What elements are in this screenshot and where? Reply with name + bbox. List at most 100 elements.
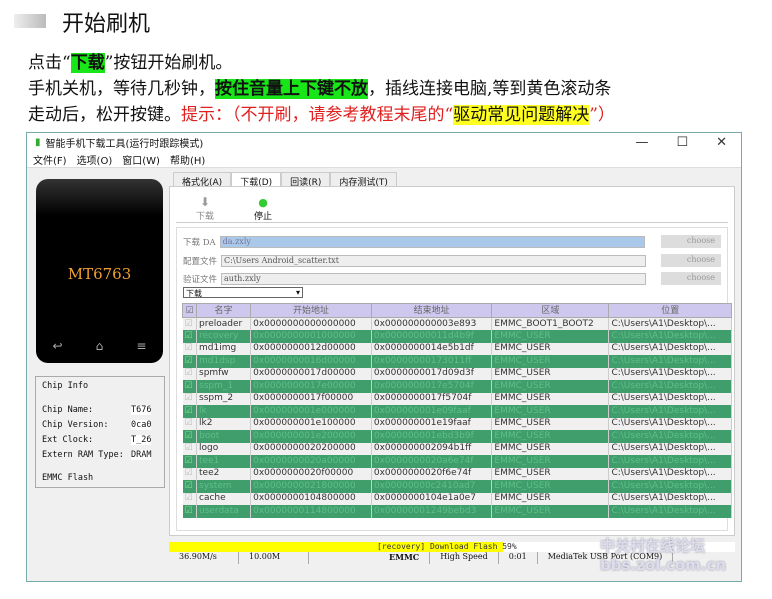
table-row[interactable]: ☑ tee2 0x0000000020f00000 0x0000000020f6e74… bbox=[182, 467, 732, 480]
table-cell: 0x0000000000000000 bbox=[250, 317, 372, 330]
table-row[interactable]: ☑ userdata 0x0000000114800000 0x00000001249… bbox=[182, 505, 732, 518]
row-checkbox[interactable]: ☑ bbox=[182, 380, 197, 393]
bullet-icon bbox=[14, 14, 46, 28]
choose-scatter-button[interactable]: choose bbox=[661, 254, 721, 267]
menu-window[interactable]: 窗口(W) bbox=[122, 152, 160, 167]
table-cell: 0x0000000017e00000 bbox=[250, 380, 372, 393]
app-icon: ▮ bbox=[35, 136, 41, 148]
choose-auth-button[interactable]: choose bbox=[661, 272, 721, 285]
auth-select[interactable]: auth.zxly bbox=[221, 273, 647, 285]
table-cell: 0x0000000020200000 bbox=[250, 442, 372, 455]
table-cell: sspm_2 bbox=[196, 392, 252, 405]
table-cell: C:\Users\A1\Desktop\... bbox=[608, 317, 732, 330]
table-row[interactable]: ☑ spmfw 0x0000000017d00000 0x0000000017d09d… bbox=[182, 367, 732, 380]
chip-version-value: 0ca0 bbox=[131, 420, 152, 430]
table-row[interactable]: ☑ sspm_1 0x0000000017e00000 0x0000000017e57… bbox=[182, 380, 732, 393]
table-row[interactable]: ☑ logo 0x0000000020200000 0x000000002094b1f… bbox=[182, 442, 732, 455]
table-row[interactable]: ☑ cache 0x0000000104800000 0x0000000104e1a0… bbox=[182, 492, 732, 505]
row-checkbox[interactable]: ☑ bbox=[182, 417, 197, 430]
table-cell: 0x0000000020a00000 bbox=[250, 455, 372, 468]
table-cell: tee1 bbox=[196, 455, 252, 468]
column-header[interactable]: 名字 bbox=[195, 303, 252, 318]
stop-button[interactable]: ● 停止 bbox=[254, 196, 272, 222]
table-cell: 0x0000000020a6e74f bbox=[371, 455, 493, 468]
mode-value: 下载 bbox=[186, 289, 202, 298]
row-checkbox[interactable]: ☑ bbox=[182, 492, 197, 505]
status-field: EMMC bbox=[379, 552, 431, 564]
ext-clock-label: Ext Clock: bbox=[42, 435, 94, 445]
row-checkbox[interactable]: ☑ bbox=[182, 355, 197, 368]
table-row[interactable]: ☑ lk 0x000000001e000000 0x000000001e09faaf E… bbox=[182, 405, 732, 418]
table-cell: spmfw bbox=[196, 367, 252, 380]
column-header[interactable]: 结束地址 bbox=[370, 303, 493, 318]
table-row[interactable]: ☑ lk2 0x000000001e100000 0x000000001e19faaf… bbox=[182, 417, 732, 430]
row-checkbox[interactable]: ☑ bbox=[182, 330, 197, 343]
chevron-down-icon: ▾ bbox=[295, 288, 300, 297]
progress-text: [recovery] Download Flash 59% bbox=[377, 542, 517, 551]
row-checkbox[interactable]: ☑ bbox=[182, 480, 197, 493]
table-row[interactable]: ☑ preloader 0x0000000000000000 0x0000000000… bbox=[182, 317, 732, 330]
close-button[interactable]: ✕ bbox=[716, 135, 727, 150]
status-field: 10.00M bbox=[239, 552, 309, 564]
table-cell: tee2 bbox=[196, 467, 252, 480]
table-cell: 0x0000000012d00000 bbox=[250, 342, 372, 355]
row-checkbox[interactable]: ☑ bbox=[182, 505, 197, 518]
table-cell: C:\Users\A1\Desktop\... bbox=[608, 380, 732, 393]
row-checkbox[interactable]: ☑ bbox=[182, 342, 197, 355]
menu-help[interactable]: 帮助(H) bbox=[170, 152, 205, 167]
choose-da-button[interactable]: choose bbox=[661, 235, 721, 248]
table-cell: 0x0000000001000000 bbox=[250, 330, 372, 343]
select-all-checkbox[interactable]: ☑ bbox=[182, 303, 197, 318]
table-cell: 0x00000000011d4b9f bbox=[371, 330, 493, 343]
scatter-select[interactable]: C:\Users Android_scatter.txt bbox=[221, 255, 647, 267]
table-cell: 0x000000001e19faaf bbox=[371, 417, 493, 430]
table-row[interactable]: ☑ recovery 0x0000000001000000 0x00000000011… bbox=[182, 330, 732, 343]
table-row[interactable]: ☑ system 0x0000000021800000 0x00000000c2410… bbox=[182, 480, 732, 493]
row-checkbox[interactable]: ☑ bbox=[182, 317, 197, 330]
da-input[interactable]: da.zxly bbox=[219, 236, 645, 248]
download-button[interactable]: ⬇ 下载 bbox=[196, 195, 214, 222]
table-cell: C:\Users\A1\Desktop\... bbox=[608, 430, 732, 443]
table-row[interactable]: ☑ boot 0x000000001e200000 0x000000001ebd3b9… bbox=[182, 430, 732, 443]
table-cell: 0x000000001ebd3b9f bbox=[371, 430, 493, 443]
instruction-line-3: 走动后，松开按键。提示：（不开刷，请参考教程末尾的“驱动常见问题解决”） bbox=[28, 105, 615, 125]
column-header[interactable]: 位置 bbox=[608, 303, 732, 318]
partition-table: ☑ 名字 开始地址 结束地址 区域 位置 ☑ preloader 0x000000000000… bbox=[182, 303, 732, 518]
table-cell: 0x0000000114800000 bbox=[250, 505, 372, 518]
menu-file[interactable]: 文件(F) bbox=[33, 152, 67, 167]
table-cell: 0x0000000017f5704f bbox=[371, 392, 493, 405]
row-checkbox[interactable]: ☑ bbox=[182, 430, 197, 443]
minimize-button[interactable]: — bbox=[635, 135, 648, 150]
table-cell: 0x00000001249bebd3 bbox=[371, 505, 493, 518]
table-cell: C:\Users\A1\Desktop\... bbox=[608, 442, 732, 455]
table-row[interactable]: ☑ sspm_2 0x0000000017f00000 0x0000000017f57… bbox=[182, 392, 732, 405]
row-checkbox[interactable]: ☑ bbox=[182, 392, 197, 405]
table-row[interactable]: ☑ md1dsp 0x0000000016d00000 0x0000000017301… bbox=[182, 355, 732, 368]
table-cell: EMMC_USER bbox=[491, 417, 610, 430]
flash-tool-window: ▮ 智能手机下载工具(运行时跟踪模式) — ☐ ✕ 文件(F) 选项(O) 窗口(W… bbox=[26, 132, 742, 582]
table-row[interactable]: ☑ md1img 0x0000000012d00000 0x0000000014e5b… bbox=[182, 342, 732, 355]
chip-info-title: Chip Info bbox=[42, 381, 89, 391]
download-panel: ⬇ 下载 ● 停止 下载 DA da.zxly choose 配置文件 C:\Users… bbox=[169, 186, 735, 536]
chip-name-label: Chip Name: bbox=[42, 405, 94, 415]
instruction-line-2: 手机关机，等待几秒钟，按住音量上下键不放，插线连接电脑,等到黄色滚动条 bbox=[28, 79, 612, 99]
table-row[interactable]: ☑ tee1 0x0000000020a00000 0x0000000020a6e74… bbox=[182, 455, 732, 468]
row-checkbox[interactable]: ☑ bbox=[182, 367, 197, 380]
column-header[interactable]: 开始地址 bbox=[250, 303, 372, 318]
table-cell: cache bbox=[196, 492, 252, 505]
table-cell: C:\Users\A1\Desktop\... bbox=[608, 392, 732, 405]
row-checkbox[interactable]: ☑ bbox=[182, 442, 197, 455]
mode-select[interactable]: 下载 ▾ bbox=[183, 287, 303, 298]
row-checkbox[interactable]: ☑ bbox=[182, 467, 197, 480]
back-icon: ↩ bbox=[52, 339, 63, 353]
table-cell: C:\Users\A1\Desktop\... bbox=[608, 367, 732, 380]
da-label: 下载 DA bbox=[183, 238, 216, 248]
column-header[interactable]: 区域 bbox=[491, 303, 610, 318]
table-cell: 0x00000000c2410ad7 bbox=[371, 480, 493, 493]
row-checkbox[interactable]: ☑ bbox=[182, 405, 197, 418]
maximize-button[interactable]: ☐ bbox=[676, 135, 688, 150]
title-bar: ▮ 智能手机下载工具(运行时跟踪模式) — ☐ ✕ bbox=[27, 133, 741, 151]
row-checkbox[interactable]: ☑ bbox=[182, 455, 197, 468]
table-cell: C:\Users\A1\Desktop\... bbox=[608, 405, 732, 418]
menu-options[interactable]: 选项(O) bbox=[77, 152, 113, 167]
